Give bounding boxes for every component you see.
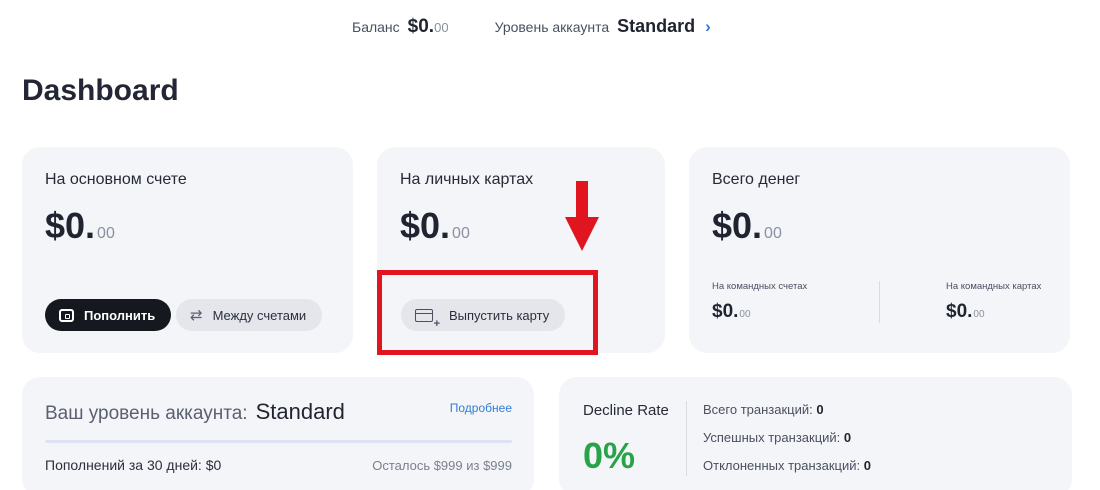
total-transactions-value: 0 [816,402,824,417]
total-money-amount-cents: 00 [764,225,782,242]
page-title: Dashboard [22,74,179,107]
balance-group: Баланс $0.00 [352,16,449,38]
highlight-annotation-box [377,270,598,355]
between-accounts-label: Между счетами [212,307,307,323]
main-account-amount-cents: 00 [97,225,115,242]
declined-transactions-value: 0 [863,458,871,473]
swap-arrows-icon: ⇄ [190,306,203,324]
team-accounts-amount-main: $0. [712,301,739,322]
top-balance-bar: Баланс $0.00 Уровень аккаунта Standard › [352,16,711,42]
balance-cents: 00 [434,20,449,35]
balance-main: $0. [407,16,435,37]
account-level-heading-value: Standard [255,399,345,424]
team-accounts-amount-cents: 00 [739,309,751,320]
team-accounts-block: На командных счетах $0. 00 [712,281,807,323]
chevron-right-icon: › [705,17,711,36]
team-cards-amount-cents: 00 [973,309,985,320]
total-money-card: Всего денег $0. 00 На командных счетах $… [689,147,1070,353]
account-level-heading: Ваш уровень аккаунта: Standard [45,399,345,425]
team-accounts-amount: $0. 00 [712,301,807,323]
total-money-title: Всего денег [712,171,801,188]
main-account-title: На основном счете [45,171,187,188]
remaining-limit-label: Осталось $999 из $999 [372,458,512,473]
total-money-amount-main: $0. [712,205,763,246]
team-cards-amount-main: $0. [946,301,973,322]
declined-transactions-label: Отклоненных транзакций: [703,458,861,473]
account-level-card: Ваш уровень аккаунта: Standard Подробнее… [22,377,534,490]
wallet-icon [59,308,74,322]
balance-amount: $0.00 [408,16,449,38]
account-level-link[interactable]: Уровень аккаунта Standard › [495,16,711,37]
between-accounts-button[interactable]: ⇄ Между счетами [176,299,323,331]
decline-rate-card: Decline Rate 0% Всего транзакций: 0 Успе… [559,377,1072,490]
topup-button[interactable]: Пополнить [45,299,172,331]
decline-rate-value: 0% [583,435,636,476]
balance-label: Баланс [352,19,400,35]
personal-cards-amount-cents: 00 [452,225,470,242]
main-account-card: На основном счете $0. 00 Пополнить ⇄ Меж… [22,147,353,353]
declined-transactions-stat: Отклоненных транзакций: 0 [703,458,871,473]
main-account-amount-main: $0. [45,205,96,246]
arrow-down-icon [565,181,599,251]
successful-transactions-stat: Успешных транзакций: 0 [703,430,851,445]
divider [879,281,880,323]
account-level-heading-label: Ваш уровень аккаунта: [45,403,248,424]
account-level-value: Standard [617,16,696,36]
main-account-amount: $0. 00 [45,205,115,247]
personal-cards-amount: $0. 00 [400,205,470,247]
personal-cards-amount-main: $0. [400,205,451,246]
divider [686,401,687,476]
topups-30-days-label: Пополнений за 30 дней: $0 [45,457,222,473]
more-details-link[interactable]: Подробнее [450,401,512,415]
successful-transactions-value: 0 [843,430,852,445]
team-accounts-label: На командных счетах [712,281,808,292]
personal-cards-title: На личных картах [400,171,534,188]
successful-transactions-label: Успешных транзакций: [703,430,841,445]
topup-button-label: Пополнить [84,307,156,323]
account-level-label: Уровень аккаунта [494,19,610,35]
total-transactions-label: Всего транзакций: [703,402,813,417]
team-cards-label: На командных картах [946,281,1042,292]
total-money-amount: $0. 00 [712,205,782,247]
team-cards-block: На командных картах $0. 00 [946,281,1041,323]
total-transactions-stat: Всего транзакций: 0 [703,402,824,417]
decline-rate-label: Decline Rate [583,402,669,419]
topup-progress-bar [45,440,512,443]
team-cards-amount: $0. 00 [946,301,1041,323]
